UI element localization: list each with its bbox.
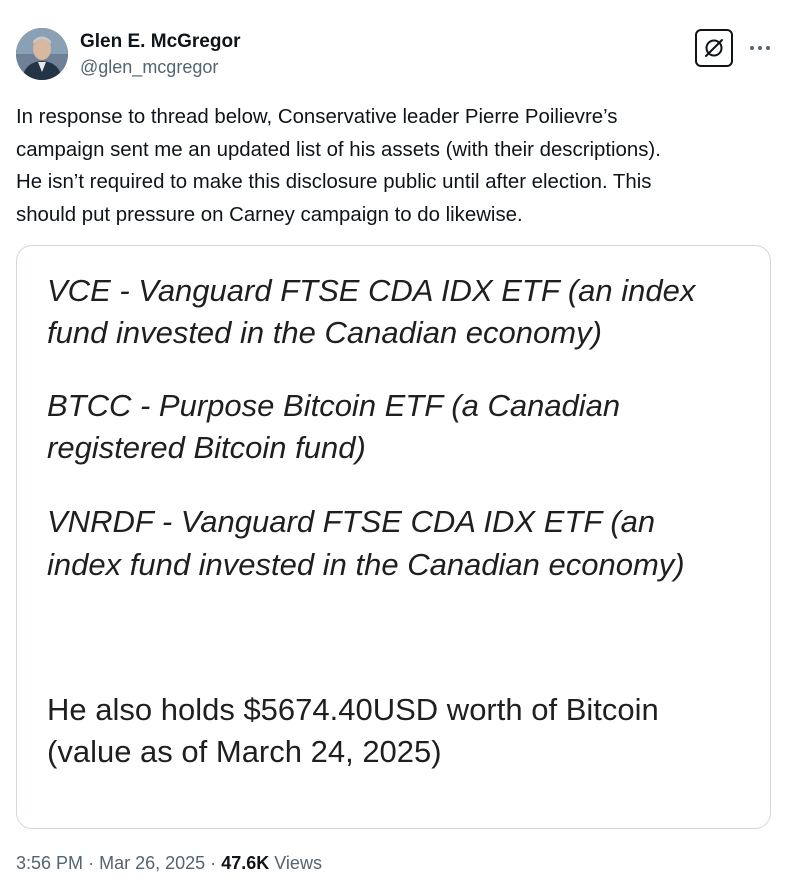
tweet: Glen E. McGregor @glen_mcgregor In respo… <box>0 0 792 890</box>
asset-line-vce-2: fund invested in the Canadian economy) <box>47 315 602 350</box>
author-info: Glen E. McGregor @glen_mcgregor <box>80 30 240 79</box>
media-image[interactable]: VCE - Vanguard FTSE CDA IDX ETF (an inde… <box>16 245 771 829</box>
tweet-text-line: campaign sent me an updated list of his … <box>16 138 661 161</box>
tweet-text: In response to thread below, Conservativ… <box>16 101 776 231</box>
tweet-text-line: He isn’t required to make this disclosur… <box>16 171 652 193</box>
asset-line-btcc-2: registered Bitcoin fund) <box>47 430 366 465</box>
user-handle[interactable]: @glen_mcgregor <box>80 55 240 79</box>
asset-line-btcc-1: BTCC - Purpose Bitcoin ETF (a Canadian <box>47 388 621 423</box>
more-horizontal-icon <box>750 46 770 50</box>
grok-button[interactable] <box>695 29 733 67</box>
meta-separator: · <box>210 853 217 873</box>
tweet-meta: 3:56 PM · Mar 26, 2025 · 47.6K Views <box>16 851 322 875</box>
more-button[interactable] <box>746 36 774 60</box>
avatar-photo <box>16 28 68 80</box>
views-count[interactable]: 47.6K <box>221 853 269 873</box>
tweet-text-line: should put pressure on Carney campaign t… <box>16 203 523 226</box>
meta-separator: · <box>88 853 95 873</box>
display-name[interactable]: Glen E. McGregor <box>80 30 240 54</box>
tweet-text-line: In response to thread below, Conservativ… <box>16 106 618 128</box>
asset-line-vnrdf-1: VNRDF - Vanguard FTSE CDA IDX ETF (an <box>47 504 656 539</box>
asset-line-vnrdf-2: index fund invested in the Canadian econ… <box>47 547 685 582</box>
tweet-time[interactable]: 3:56 PM <box>16 853 83 873</box>
asset-line-vce-1: VCE - Vanguard FTSE CDA IDX ETF (an inde… <box>47 273 696 308</box>
views-label: Views <box>274 853 322 873</box>
grok-icon <box>705 39 723 57</box>
avatar[interactable] <box>16 28 68 80</box>
bitcoin-holding-line-1: He also holds $5674.40USD worth of Bitco… <box>47 692 659 727</box>
tweet-date[interactable]: Mar 26, 2025 <box>99 853 205 873</box>
bitcoin-holding-line-2: (value as of March 24, 2025) <box>47 734 442 769</box>
